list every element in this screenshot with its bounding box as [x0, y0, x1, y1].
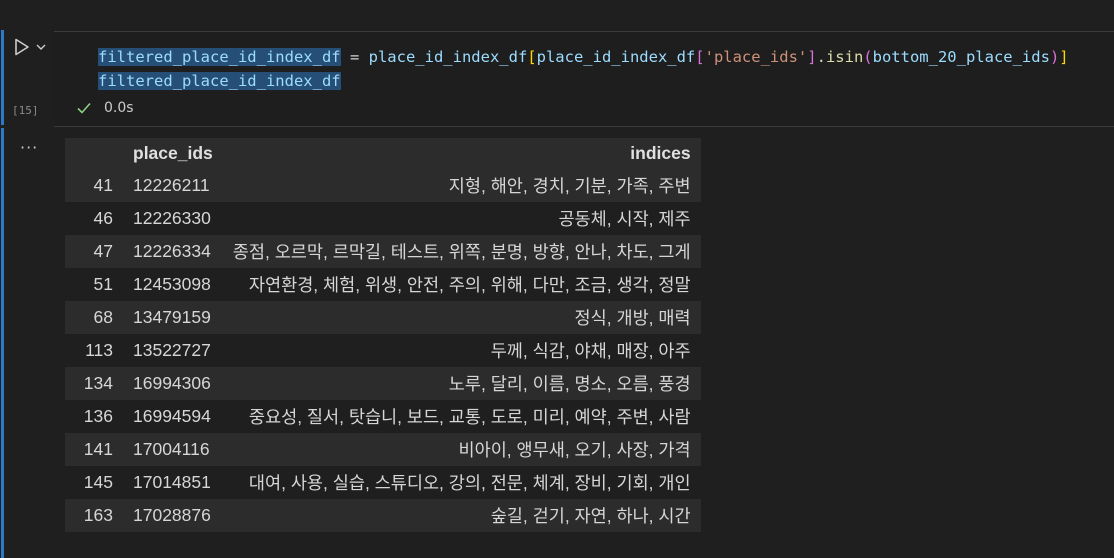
code-token-dot: .: [816, 48, 826, 66]
table-row: 145 17014851 대여, 사용, 실습, 스튜디오, 강의, 전문, 체…: [65, 466, 701, 499]
table-row: 141 17004116 비아이, 앵무새, 오기, 사장, 가격: [65, 433, 701, 466]
code-token-obj: place_id_index_df: [368, 48, 528, 66]
row-index: 41: [65, 169, 123, 202]
indices-cell: 노루, 달리, 이름, 명소, 오름, 풍경: [222, 367, 701, 400]
column-header-place-ids: place_ids: [123, 138, 223, 169]
code-token-bracket: [: [695, 48, 705, 66]
place-id-cell: 13522727: [123, 334, 223, 367]
cell-focus-bar: [1, 30, 4, 125]
place-id-cell: 16994594: [123, 400, 223, 433]
dataframe-output: place_ids indices 41 12226211 지형, 해안, 경치…: [65, 138, 701, 532]
code-token-method: isin: [825, 48, 864, 66]
indices-cell: 지형, 해안, 경치, 기분, 가족, 주변: [222, 169, 701, 202]
table-row: 134 16994306 노루, 달리, 이름, 명소, 오름, 풍경: [65, 367, 701, 400]
row-index: 141: [65, 433, 123, 466]
code-line-1[interactable]: filtered_place_id_index_df = place_id_in…: [98, 46, 1069, 68]
table-row: 68 13479159 정식, 개방, 매력: [65, 301, 701, 334]
indices-cell: 비아이, 앵무새, 오기, 사장, 가격: [222, 433, 701, 466]
table-row: 51 12453098 자연환경, 체험, 위생, 안전, 주의, 위해, 다만…: [65, 268, 701, 301]
row-index: 163: [65, 499, 123, 532]
table-row: 46 12226330 공동체, 시작, 제주: [65, 202, 701, 235]
code-token-paren: ): [1049, 48, 1060, 66]
code-line-2[interactable]: filtered_place_id_index_df: [98, 70, 341, 92]
execution-status: 0.0s: [76, 100, 134, 116]
execution-count: [15]: [12, 104, 39, 117]
code-editor[interactable]: filtered_place_id_index_df = place_id_in…: [54, 31, 1114, 127]
output-menu-button[interactable]: ···: [20, 138, 38, 157]
play-icon[interactable]: [14, 38, 30, 56]
indices-cell: 공동체, 시작, 제주: [222, 202, 701, 235]
place-id-cell: 12453098: [123, 268, 223, 301]
indices-cell: 정식, 개방, 매력: [222, 301, 701, 334]
table-row: 47 12226334 종점, 오르막, 르막길, 테스트, 위쪽, 분명, 방…: [65, 235, 701, 268]
indices-cell: 대여, 사용, 실습, 스튜디오, 강의, 전문, 체계, 장비, 기회, 개인: [222, 466, 701, 499]
column-header-indices: indices: [222, 138, 701, 169]
table-row: 163 17028876 숲길, 걷기, 자연, 하나, 시간: [65, 499, 701, 532]
top-strip: [0, 0, 1114, 14]
row-index: 136: [65, 400, 123, 433]
code-token-var: filtered_place_id_index_df: [98, 48, 341, 66]
row-index: 47: [65, 235, 123, 268]
indices-cell: 중요성, 질서, 탓습니, 보드, 교통, 도로, 미리, 예약, 주변, 사람: [222, 400, 701, 433]
indices-cell: 숲길, 걷기, 자연, 하나, 시간: [222, 499, 701, 532]
table-row: 136 16994594 중요성, 질서, 탓습니, 보드, 교통, 도로, 미…: [65, 400, 701, 433]
place-id-cell: 17028876: [123, 499, 223, 532]
output-focus-bar: [1, 128, 4, 558]
execution-time: 0.0s: [104, 100, 134, 116]
place-id-cell: 16994306: [123, 367, 223, 400]
code-token-obj2: place_id_index_df: [536, 48, 696, 66]
chevron-down-icon[interactable]: [36, 43, 46, 51]
table-row: 113 13522727 두께, 식감, 야채, 매장, 아주: [65, 334, 701, 367]
code-token-paren: (: [863, 48, 873, 66]
code-token-bracket: [: [527, 48, 537, 66]
indices-cell: 두께, 식감, 야채, 매장, 아주: [222, 334, 701, 367]
place-id-cell: 12226330: [123, 202, 223, 235]
row-index: 68: [65, 301, 123, 334]
row-index: 134: [65, 367, 123, 400]
run-cell-button[interactable]: [14, 36, 52, 58]
place-id-cell: 12226334: [123, 235, 223, 268]
row-index: 113: [65, 334, 123, 367]
place-id-cell: 17014851: [123, 466, 223, 499]
place-id-cell: 12226211: [123, 169, 223, 202]
row-index: 51: [65, 268, 123, 301]
code-token-arg: bottom_20_place_ids: [872, 48, 1050, 66]
place-id-cell: 17004116: [123, 433, 223, 466]
index-header: [65, 138, 123, 169]
indices-cell: 자연환경, 체험, 위생, 안전, 주의, 위해, 다만, 조금, 생각, 정말: [222, 268, 701, 301]
row-index: 145: [65, 466, 123, 499]
table-header-row: place_ids indices: [65, 138, 701, 169]
code-token-bracket: ]: [807, 48, 817, 66]
row-index: 46: [65, 202, 123, 235]
code-token-assign: =: [340, 48, 369, 66]
place-id-cell: 13479159: [123, 301, 223, 334]
code-token-bracket: ]: [1059, 48, 1069, 66]
indices-cell: 종점, 오르막, 르막길, 테스트, 위쪽, 분명, 방향, 안나, 차도, 그…: [222, 235, 701, 268]
code-token-string: 'place_ids': [704, 48, 808, 66]
check-icon: [77, 102, 91, 114]
table-row: 41 12226211 지형, 해안, 경치, 기분, 가족, 주변: [65, 169, 701, 202]
code-token-var: filtered_place_id_index_df: [98, 72, 341, 90]
